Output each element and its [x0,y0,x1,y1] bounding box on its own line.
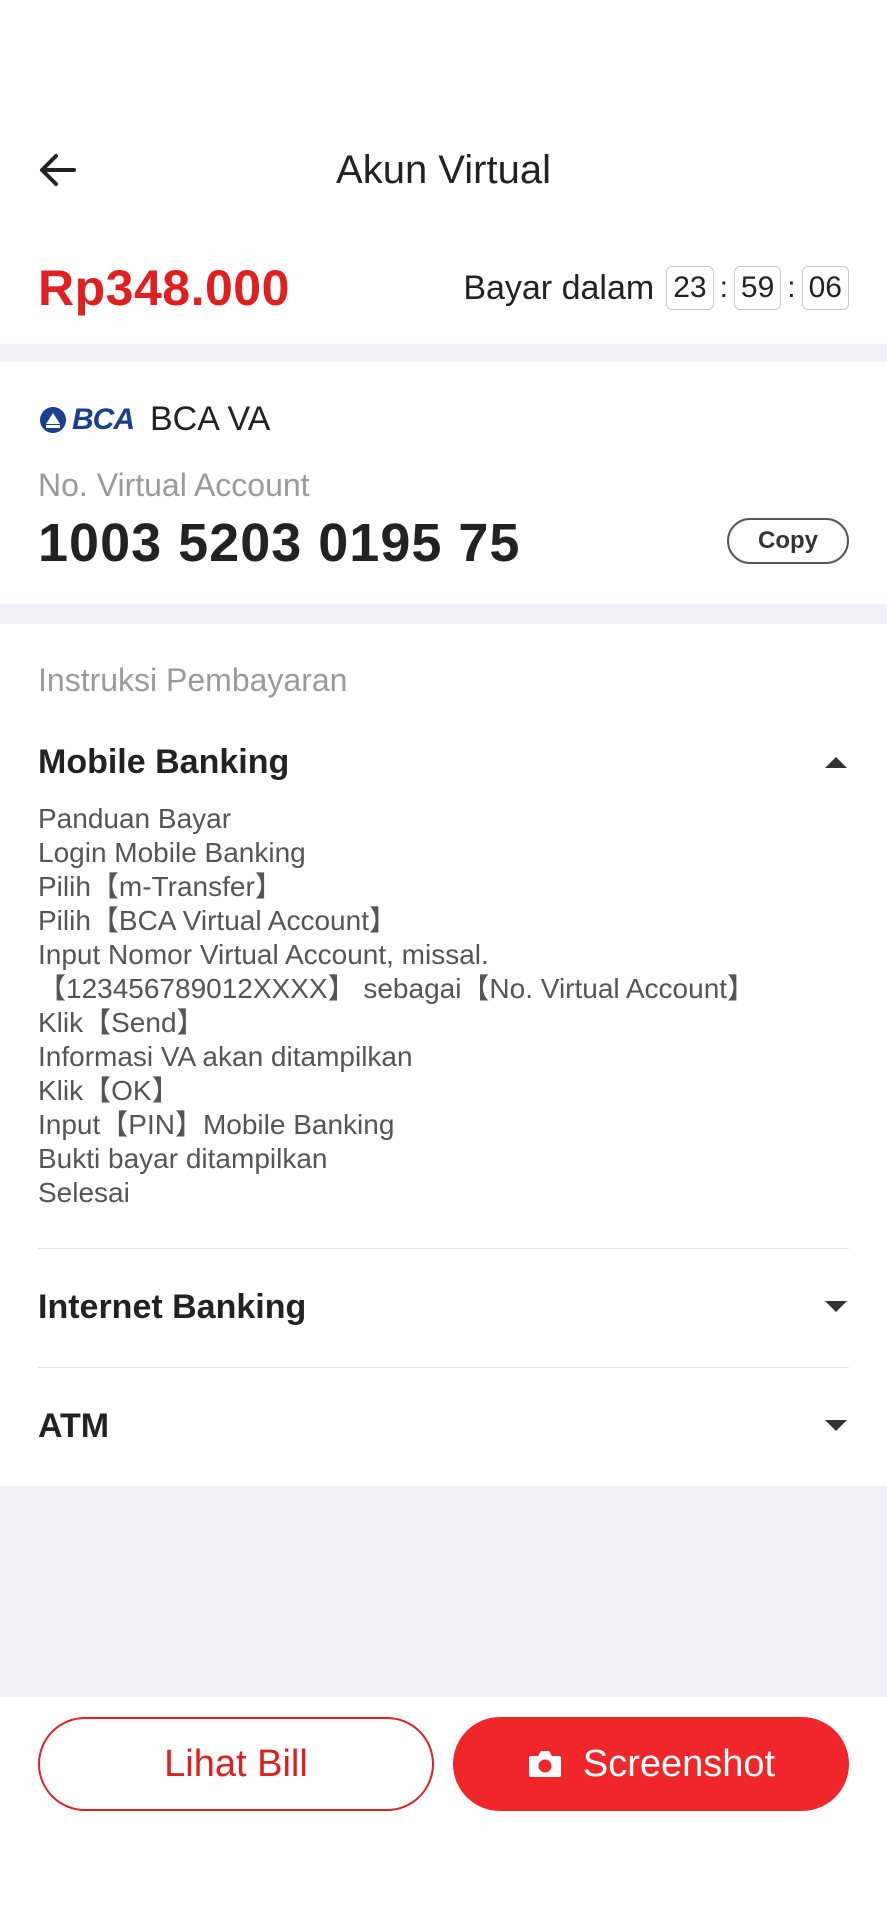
instruction-step: Selesai [38,1177,130,1208]
va-number: 1003 5203 0195 75 [38,513,521,573]
accordion-label: Internet Banking [38,1287,307,1326]
arrow-left-icon [40,154,76,186]
countdown-separator: : [787,271,796,304]
bca-logo: BCA [38,402,135,437]
accordion-label: Mobile Banking [38,742,290,781]
section-gap [0,604,887,624]
section-gap [0,344,887,362]
countdown-seconds: 06 [801,266,849,310]
amount-row: Rp348.000 Bayar dalam 23 : 59 : 06 [0,250,887,326]
instruction-step: Pilih【m-Transfer】 [38,871,283,902]
accordion-label: ATM [38,1406,110,1445]
divider [38,1248,849,1249]
payment-instructions: Instruksi Pembayaran Mobile Banking Pand… [0,624,887,1486]
countdown-label: Bayar dalam [463,268,655,307]
countdown-minutes: 59 [733,266,782,310]
virtual-account-card: BCA BCA VA No. Virtual Account 1003 5203… [0,362,887,604]
instruction-step: 【123456789012XXXX】 sebagai【No. Virtual A… [38,973,756,1004]
instructions-title: Instruksi Pembayaran [38,662,348,698]
screenshot-label: Screenshot [582,1742,776,1785]
view-bill-button[interactable]: Lihat Bill [38,1717,434,1811]
payment-amount: Rp348.000 [38,260,290,316]
virtual-account-page: Akun Virtual Rp348.000 Bayar dalam 23 : … [0,0,887,1920]
app-header: Akun Virtual [0,120,887,220]
camera-icon [527,1749,563,1779]
countdown-hours: 23 [666,266,714,310]
caret-down-icon [825,1301,847,1312]
bca-logo-text: BCA [72,402,135,436]
instruction-step: Pilih【BCA Virtual Account】 [38,905,397,936]
bottom-action-bar: Lihat Bill Screenshot [0,1697,887,1920]
caret-down-icon [825,1420,847,1431]
instruction-step: Panduan Bayar [38,803,232,834]
screenshot-button[interactable]: Screenshot [453,1717,849,1811]
back-button[interactable] [30,142,86,198]
instruction-step: Klik【Send】 [38,1007,205,1038]
bank-name: BCA VA [150,400,271,438]
accordion-internet-banking[interactable]: Internet Banking [38,1267,849,1347]
bank-row: BCA BCA VA [38,400,270,439]
accordion-mobile-banking[interactable]: Mobile Banking [38,722,849,802]
instruction-step: Input【PIN】Mobile Banking [38,1109,395,1140]
countdown-separator: : [719,271,728,304]
mobile-banking-steps: Panduan Bayar Login Mobile Banking Pilih… [38,802,849,1210]
copy-button[interactable]: Copy [727,518,849,564]
instruction-step: Login Mobile Banking [38,837,306,868]
caret-up-icon [825,757,847,768]
countdown: Bayar dalam 23 : 59 : 06 [463,266,849,310]
instruction-step: Input Nomor Virtual Account, missal. [38,939,489,970]
empty-area [0,1486,887,1697]
bca-emblem-icon [40,406,66,433]
instruction-step: Klik【OK】 [38,1075,180,1106]
divider [38,1367,849,1368]
instruction-step: Bukti bayar ditampilkan [38,1143,328,1174]
accordion-atm[interactable]: ATM [38,1386,849,1466]
page-title: Akun Virtual [336,147,551,192]
va-number-label: No. Virtual Account [38,467,310,503]
instruction-step: Informasi VA akan ditampilkan [38,1041,413,1072]
